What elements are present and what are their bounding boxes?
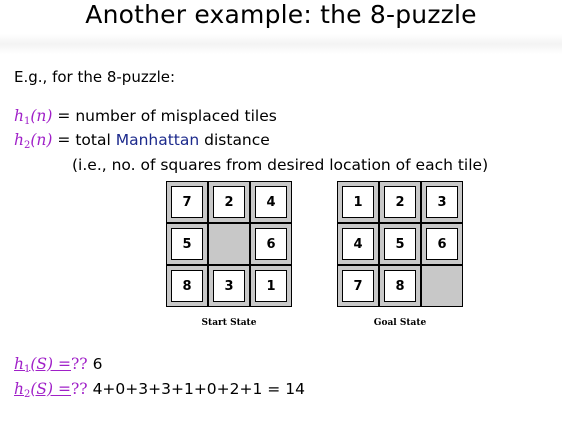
- h1-definition: h1(n) = number of misplaced tiles: [14, 107, 277, 127]
- h2-desc-before: total: [75, 131, 111, 149]
- h1-symbol: h1(n): [14, 107, 53, 127]
- puzzle-cell: 6: [250, 223, 292, 265]
- puzzle-tile: 1: [342, 186, 374, 218]
- puzzle-cell: 1: [250, 265, 292, 307]
- puzzle-tile: 2: [213, 186, 245, 218]
- answer-h2: h2(S) =?? 4+0+3+3+1+0+2+1 = 14: [14, 380, 305, 400]
- slide-title: Another example: the 8-puzzle: [85, 0, 477, 29]
- puzzle-tile: 4: [342, 228, 374, 260]
- puzzle-tile: 8: [171, 270, 203, 302]
- puzzle-tile: 4: [255, 186, 287, 218]
- h1-description: number of misplaced tiles: [75, 107, 277, 125]
- puzzle-cell: 3: [421, 181, 463, 223]
- h2-of-s: h2(S) =: [14, 380, 71, 400]
- puzzle-tile: 3: [213, 270, 245, 302]
- puzzle-tile: 1: [255, 270, 287, 302]
- puzzle-tile: 8: [384, 270, 416, 302]
- h2-desc-after: distance: [204, 131, 270, 149]
- puzzle-cell: 5: [379, 223, 421, 265]
- puzzle-cell: 7: [337, 265, 379, 307]
- start-state-caption: Start State: [201, 318, 257, 328]
- question-marks: ??: [71, 355, 88, 373]
- puzzle-tile: 3: [426, 186, 458, 218]
- puzzle-tile: 2: [384, 186, 416, 218]
- puzzle-cell: 4: [250, 181, 292, 223]
- blank-cell: [421, 265, 463, 307]
- title-divider-band: [0, 34, 562, 54]
- h2-symbol: h2(n): [14, 131, 53, 151]
- puzzle-cell: 3: [208, 265, 250, 307]
- answer-h1: h1(S) =?? 6: [14, 355, 102, 375]
- puzzle-tile: 7: [342, 270, 374, 302]
- equals-sign: =: [57, 131, 71, 149]
- puzzle-cell: 7: [166, 181, 208, 223]
- ie-explanation: (i.e., no. of squares from desired locat…: [72, 156, 489, 174]
- goal-state-board: 123 456 78: [337, 181, 463, 307]
- intro-text: E.g., for the 8-puzzle:: [14, 68, 176, 86]
- puzzle-cell: 8: [166, 265, 208, 307]
- puzzle-cell: 8: [379, 265, 421, 307]
- puzzle-tile: 6: [255, 228, 287, 260]
- start-state-board: 724 5 6 831: [166, 181, 292, 307]
- h1-value: 6: [92, 355, 103, 373]
- puzzle-cell: 2: [208, 181, 250, 223]
- puzzle-tile: 5: [171, 228, 203, 260]
- manhattan-term: Manhattan: [115, 131, 200, 149]
- puzzle-tile: 5: [384, 228, 416, 260]
- puzzle-cell: 5: [166, 223, 208, 265]
- puzzle-tile: 6: [426, 228, 458, 260]
- h2-definition: h2(n) = total Manhattan distance: [14, 131, 270, 151]
- question-marks: ??: [71, 380, 88, 398]
- puzzle-cell: 4: [337, 223, 379, 265]
- equals-sign: =: [57, 107, 71, 125]
- h2-expression: 4+0+3+3+1+0+2+1 = 14: [92, 380, 305, 398]
- puzzle-tile: 7: [171, 186, 203, 218]
- h1-of-s: h1(S) =: [14, 355, 71, 375]
- puzzle-cell: 6: [421, 223, 463, 265]
- puzzle-cell: 2: [379, 181, 421, 223]
- puzzle-cell: 1: [337, 181, 379, 223]
- goal-state-caption: Goal State: [373, 318, 427, 328]
- blank-cell: [208, 223, 250, 265]
